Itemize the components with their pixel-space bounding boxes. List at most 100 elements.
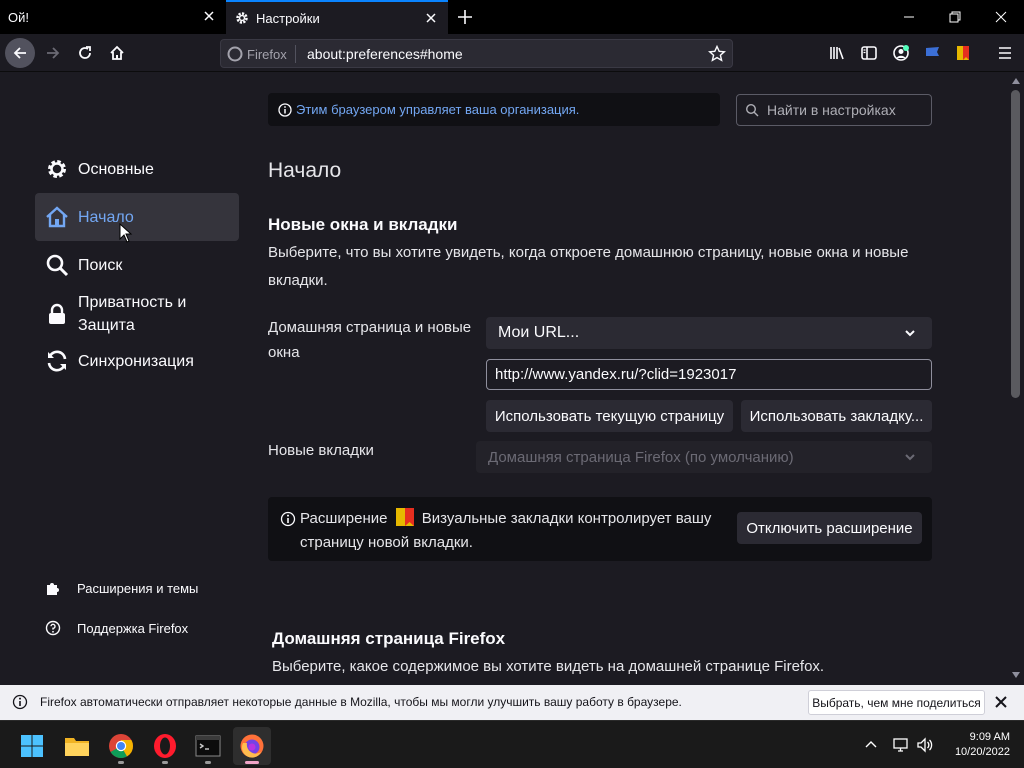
tab-title: Настройки — [256, 10, 320, 26]
restore-icon[interactable] — [932, 0, 978, 34]
disable-extension-button[interactable]: Отключить расширение — [737, 512, 922, 544]
chevron-down-icon — [904, 452, 916, 462]
menu-icon[interactable] — [990, 38, 1020, 68]
sidebar-icon[interactable] — [854, 38, 884, 68]
sidebar-item-label: Поиск — [78, 256, 123, 274]
running-indicator — [245, 761, 259, 764]
sidebar-item-support[interactable]: Поддержка Firefox — [45, 620, 188, 636]
sidebar-item-label: Синхронизация — [78, 352, 194, 370]
sidebar-item-label: Основные — [78, 160, 154, 178]
section-title-firefox-home: Домашняя страница Firefox — [272, 629, 506, 648]
puzzle-icon — [45, 580, 61, 596]
sidebar-item-home[interactable]: Начало — [35, 193, 239, 241]
navigation-toolbar: Firefox about:preferences#home — [0, 34, 1024, 72]
sidebar-item-label: Расширения и темы — [77, 580, 199, 596]
file-explorer-icon[interactable] — [58, 727, 96, 765]
url-bar[interactable]: Firefox about:preferences#home — [220, 39, 733, 68]
gear-icon — [45, 157, 69, 181]
section-description: Выберите, какое содержимое вы хотите вид… — [272, 658, 825, 675]
section-title-new-windows: Новые окна и вкладки — [268, 215, 458, 234]
sidebar-item-label: Поддержка Firefox — [77, 620, 189, 636]
scroll-up-icon[interactable] — [1012, 78, 1020, 84]
use-bookmark-button[interactable]: Использовать закладку... — [741, 400, 932, 432]
gear-icon — [234, 10, 250, 26]
volume-icon[interactable] — [916, 737, 934, 753]
identity-label: Firefox — [247, 46, 287, 62]
homepage-label: Домашняя страница и новые окна — [268, 319, 472, 361]
sidebar-item-privacy[interactable]: Приватность и Защита — [35, 289, 239, 339]
sidebar-item-label: Приватность и Защита — [78, 294, 187, 334]
homepage-select-value: Мои URL... — [498, 324, 580, 341]
chevron-down-icon — [904, 328, 916, 338]
extension-flag-icon[interactable] — [918, 38, 948, 68]
running-indicator — [205, 761, 211, 764]
info-icon — [12, 694, 28, 710]
search-icon — [45, 253, 69, 277]
url-text[interactable]: about:preferences#home — [307, 46, 463, 62]
extension-notice-text: Расширение Визуальные закладки контролир… — [300, 507, 720, 555]
search-placeholder: Найти в настройках — [767, 102, 896, 118]
extension-notice-prefix: Расширение — [300, 510, 388, 527]
forward-icon[interactable] — [38, 38, 68, 68]
visual-bookmarks-icon[interactable] — [948, 38, 978, 68]
running-indicator — [162, 761, 168, 764]
account-icon[interactable] — [886, 38, 916, 68]
terminal-icon[interactable] — [189, 727, 227, 765]
scroll-down-icon[interactable] — [1012, 672, 1020, 678]
homepage-url-input[interactable]: http://www.yandex.ru/?clid=1923017 — [486, 359, 932, 390]
sidebar-item-sync[interactable]: Синхронизация — [35, 337, 239, 385]
tab-oops[interactable]: Ой! — [0, 0, 226, 34]
minimize-icon[interactable] — [886, 0, 932, 34]
settings-search-input[interactable]: Найти в настройках — [736, 94, 932, 126]
system-clock[interactable]: 9:09 AM 10/20/2022 — [944, 730, 1010, 760]
bookmark-star-icon[interactable] — [708, 45, 726, 63]
firefox-icon — [227, 46, 243, 62]
new-tab-icon[interactable] — [456, 8, 474, 26]
scrollbar-thumb[interactable] — [1011, 90, 1020, 398]
choose-what-to-share-button[interactable]: Выбрать, чем мне поделиться — [808, 690, 985, 715]
new-tabs-select-value: Домашняя страница Firefox (по умолчанию) — [488, 448, 794, 466]
library-icon[interactable] — [822, 38, 852, 68]
info-icon — [280, 511, 296, 527]
new-tabs-label: Новые вкладки — [268, 442, 374, 459]
firefox-icon[interactable] — [233, 727, 271, 765]
use-current-page-button[interactable]: Использовать текущую страницу — [486, 400, 733, 432]
chevron-up-icon[interactable] — [864, 737, 878, 751]
section-description: Выберите, что вы хотите увидеть, когда о… — [268, 244, 909, 289]
lock-icon — [45, 302, 69, 326]
network-icon[interactable] — [892, 737, 910, 753]
back-icon[interactable] — [5, 38, 35, 68]
close-icon[interactable] — [994, 695, 1008, 709]
home-icon[interactable] — [102, 38, 132, 68]
preferences-page: Этим браузером управляет ваша организаци… — [0, 73, 1008, 685]
clock-time: 9:09 AM — [969, 731, 1010, 743]
clock-date: 10/20/2022 — [954, 746, 1010, 758]
search-icon — [745, 103, 759, 117]
tab-settings[interactable]: Настройки — [226, 0, 448, 34]
chrome-icon[interactable] — [102, 727, 140, 765]
sidebar-item-general[interactable]: Основные — [35, 145, 239, 193]
info-icon — [278, 102, 292, 117]
close-tab-icon[interactable] — [202, 9, 216, 23]
identity-box[interactable]: Firefox — [227, 45, 296, 63]
tab-title: Ой! — [8, 9, 29, 25]
close-tab-icon[interactable] — [424, 11, 438, 25]
new-tabs-select: Домашняя страница Firefox (по умолчанию) — [476, 441, 932, 473]
sidebar-item-addons[interactable]: Расширения и темы — [45, 580, 198, 596]
mouse-cursor-icon — [119, 223, 133, 243]
managed-notice[interactable]: Этим браузером управляет ваша организаци… — [268, 93, 720, 126]
sidebar-item-search[interactable]: Поиск — [35, 241, 239, 289]
data-reporting-notification: Firefox автоматически отправляет некотор… — [0, 685, 1024, 720]
opera-icon[interactable] — [146, 727, 184, 765]
taskbar: 9:09 AM 10/20/2022 — [0, 720, 1024, 768]
page-title: Начало — [268, 159, 342, 182]
managed-notice-link[interactable]: Этим браузером управляет ваша организаци… — [296, 102, 579, 117]
notification-text: Firefox автоматически отправляет некотор… — [40, 695, 682, 709]
close-window-icon[interactable] — [978, 0, 1024, 34]
homepage-select[interactable]: Мои URL... — [486, 317, 932, 349]
home-icon — [45, 205, 69, 229]
visual-bookmarks-icon — [395, 508, 415, 526]
start-icon[interactable] — [13, 727, 51, 765]
reload-icon[interactable] — [70, 38, 100, 68]
sync-icon — [45, 349, 69, 373]
